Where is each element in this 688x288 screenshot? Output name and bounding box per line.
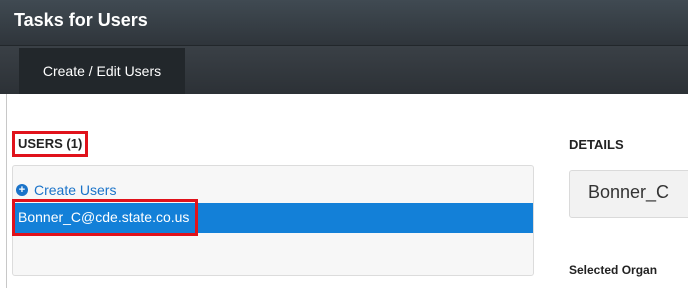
details-name-value: Bonner_C (588, 182, 670, 202)
selected-organization-label: Selected Organ (569, 263, 658, 277)
user-email[interactable]: Bonner_C@cde.state.co.us (12, 199, 199, 236)
details-heading: DETAILS (569, 137, 624, 152)
plus-circle-icon: + (16, 184, 28, 196)
page-title: Tasks for Users (14, 10, 148, 30)
app-header: Tasks for Users (0, 0, 688, 46)
users-heading: USERS (1) (12, 131, 89, 157)
details-name-field[interactable]: Bonner_C (569, 170, 688, 218)
create-users-label: Create Users (34, 182, 117, 198)
create-users-link[interactable]: + Create Users (16, 182, 116, 198)
nav-bar: Create / Edit Users (0, 46, 688, 94)
tab-create-edit-users[interactable]: Create / Edit Users (19, 48, 185, 94)
content-border (6, 94, 7, 288)
